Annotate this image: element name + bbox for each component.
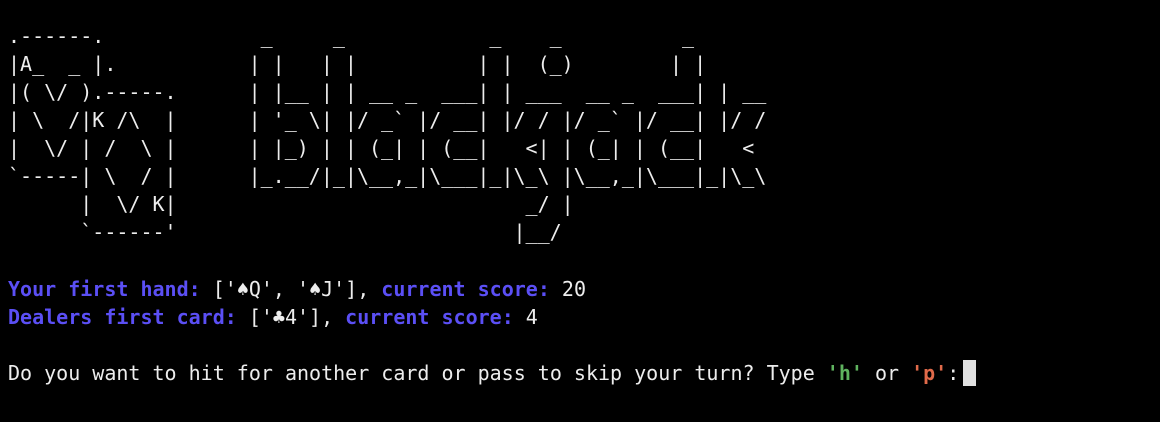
- input-prompt-line[interactable]: Do you want to hit for another card or p…: [8, 359, 1152, 387]
- dealer-score: 4: [525, 305, 538, 329]
- terminal-window: .------. |A_ _ |. |( \/ ).-----. | \ /|K…: [8, 22, 1152, 387]
- prompt-colon: :: [947, 361, 960, 385]
- game-status: Your first hand: ['♠Q', '♠J'], current s…: [8, 275, 1152, 387]
- pass-key-hint: 'p': [911, 361, 948, 385]
- dealer-card-line: Dealers first card: ['♣4'], current scor…: [8, 305, 538, 329]
- dealer-score-label: current score:: [345, 305, 514, 329]
- dealer-cards: ['♣4']: [248, 305, 322, 329]
- ascii-art-banner: .------. |A_ _ |. |( \/ ).-----. | \ /|K…: [8, 22, 1152, 246]
- player-hand-line: Your first hand: ['♠Q', '♠J'], current s…: [8, 277, 587, 301]
- player-hand-label: Your first hand:: [8, 277, 201, 301]
- blackjack-logo-ascii-art: _ _ _ _ _ | | | | | | (_) | | | |__ | | …: [248, 24, 767, 244]
- playing-cards-ascii-art: .------. |A_ _ |. |( \/ ).-----. | \ /|K…: [8, 24, 177, 244]
- terminal-cursor[interactable]: [963, 360, 977, 386]
- prompt-text: Do you want to hit for another card or p…: [8, 361, 827, 385]
- hit-key-hint: 'h': [826, 361, 863, 385]
- player-score: 20: [561, 277, 587, 301]
- player-score-label: current score:: [381, 277, 550, 301]
- dealer-card-label: Dealers first card:: [8, 305, 237, 329]
- prompt-or-text: or: [862, 361, 912, 385]
- player-cards: ['♠Q', '♠J']: [212, 277, 358, 301]
